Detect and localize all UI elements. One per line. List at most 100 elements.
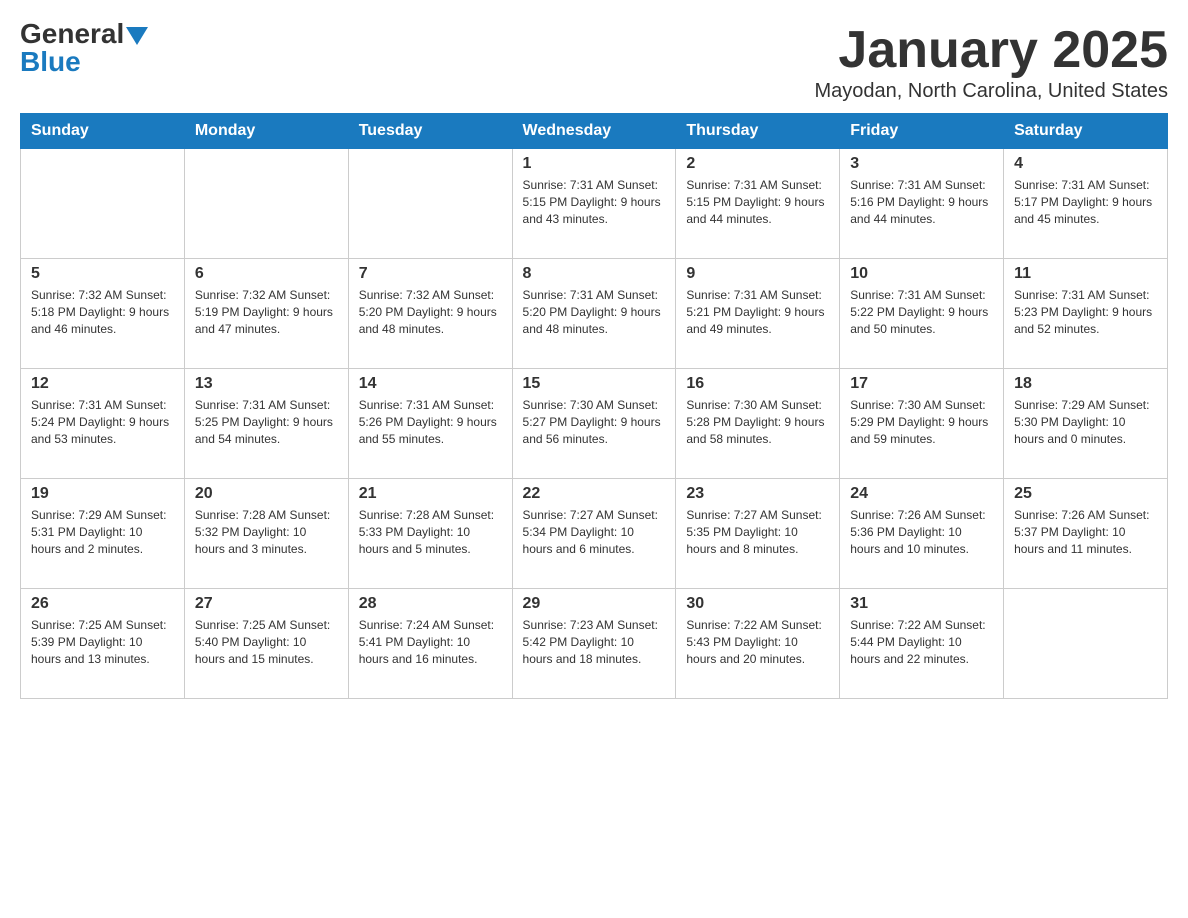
logo-triangle-icon — [126, 27, 148, 45]
calendar-day-header-monday: Monday — [184, 114, 348, 149]
day-info: Sunrise: 7:31 AM Sunset: 5:15 PM Dayligh… — [686, 177, 829, 227]
calendar-day-header-saturday: Saturday — [1004, 114, 1168, 149]
day-number: 7 — [359, 265, 502, 283]
day-number: 19 — [31, 485, 174, 503]
day-info: Sunrise: 7:29 AM Sunset: 5:30 PM Dayligh… — [1014, 397, 1157, 447]
calendar-cell: 23 Sunrise: 7:27 AM Sunset: 5:35 PM Dayli… — [676, 479, 840, 589]
day-info: Sunrise: 7:28 AM Sunset: 5:32 PM Dayligh… — [195, 507, 338, 557]
calendar-cell: 14Sunrise: 7:31 AM Sunset: 5:26 PM Dayli… — [348, 369, 512, 479]
calendar-week-row: 12 Sunrise: 7:31 AM Sunset: 5:24 PM Dayli… — [21, 369, 1168, 479]
calendar-cell: 1 Sunrise: 7:31 AM Sunset: 5:15 PM Daylig… — [512, 149, 676, 259]
day-info: Sunrise: 7:22 AM Sunset: 5:44 PM Dayligh… — [850, 617, 993, 667]
calendar-cell: 18 Sunrise: 7:29 AM Sunset: 5:30 PM Dayli… — [1004, 369, 1168, 479]
day-number: 5 — [31, 265, 174, 283]
calendar-subtitle: Mayodan, North Carolina, United States — [814, 80, 1168, 103]
day-number: 18 — [1014, 375, 1157, 393]
calendar-cell: 26 Sunrise: 7:25 AM Sunset: 5:39 PM Dayli… — [21, 589, 185, 699]
calendar-cell: 31 Sunrise: 7:22 AM Sunset: 5:44 PM Dayli… — [840, 589, 1004, 699]
day-number: 21 — [359, 485, 502, 503]
calendar-cell: 25Sunrise: 7:26 AM Sunset: 5:37 PM Dayli… — [1004, 479, 1168, 589]
calendar-cell: 3 Sunrise: 7:31 AM Sunset: 5:16 PM Daylig… — [840, 149, 1004, 259]
calendar-day-header-tuesday: Tuesday — [348, 114, 512, 149]
day-info: Sunrise: 7:31 AM Sunset: 5:17 PM Dayligh… — [1014, 177, 1157, 227]
day-number: 20 — [195, 485, 338, 503]
title-section: January 2025 Mayodan, North Carolina, Un… — [814, 20, 1168, 103]
calendar-cell: 15Sunrise: 7:30 AM Sunset: 5:27 PM Dayli… — [512, 369, 676, 479]
day-number: 31 — [850, 595, 993, 613]
calendar-week-row: 26 Sunrise: 7:25 AM Sunset: 5:39 PM Dayli… — [21, 589, 1168, 699]
day-number: 23 — [686, 485, 829, 503]
day-number: 15 — [523, 375, 666, 393]
page-header: General Blue January 2025 Mayodan, North… — [20, 20, 1168, 103]
calendar-cell: 16 Sunrise: 7:30 AM Sunset: 5:28 PM Dayli… — [676, 369, 840, 479]
calendar-cell: 22 Sunrise: 7:27 AM Sunset: 5:34 PM Dayli… — [512, 479, 676, 589]
calendar-cell: 11Sunrise: 7:31 AM Sunset: 5:23 PM Dayli… — [1004, 259, 1168, 369]
calendar-cell: 27 Sunrise: 7:25 AM Sunset: 5:40 PM Dayli… — [184, 589, 348, 699]
calendar-cell — [184, 149, 348, 259]
day-number: 17 — [850, 375, 993, 393]
day-number: 22 — [523, 485, 666, 503]
calendar-table: SundayMondayTuesdayWednesdayThursdayFrid… — [20, 113, 1168, 699]
day-info: Sunrise: 7:31 AM Sunset: 5:16 PM Dayligh… — [850, 177, 993, 227]
day-info: Sunrise: 7:30 AM Sunset: 5:28 PM Dayligh… — [686, 397, 829, 447]
day-number: 24 — [850, 485, 993, 503]
calendar-cell: 10 Sunrise: 7:31 AM Sunset: 5:22 PM Dayli… — [840, 259, 1004, 369]
day-info: Sunrise: 7:31 AM Sunset: 5:26 PM Dayligh… — [359, 397, 502, 447]
day-info: Sunrise: 7:31 AM Sunset: 5:15 PM Dayligh… — [523, 177, 666, 227]
calendar-cell — [348, 149, 512, 259]
calendar-cell: 29 Sunrise: 7:23 AM Sunset: 5:42 PM Dayli… — [512, 589, 676, 699]
calendar-day-header-friday: Friday — [840, 114, 1004, 149]
logo: General Blue — [20, 20, 148, 76]
calendar-cell — [21, 149, 185, 259]
day-info: Sunrise: 7:22 AM Sunset: 5:43 PM Dayligh… — [686, 617, 829, 667]
day-info: Sunrise: 7:24 AM Sunset: 5:41 PM Dayligh… — [359, 617, 502, 667]
day-info: Sunrise: 7:30 AM Sunset: 5:29 PM Dayligh… — [850, 397, 993, 447]
calendar-header-row: SundayMondayTuesdayWednesdayThursdayFrid… — [21, 114, 1168, 149]
calendar-cell: 5 Sunrise: 7:32 AM Sunset: 5:18 PM Daylig… — [21, 259, 185, 369]
day-info: Sunrise: 7:31 AM Sunset: 5:20 PM Dayligh… — [523, 287, 666, 337]
calendar-cell — [1004, 589, 1168, 699]
calendar-cell: 7 Sunrise: 7:32 AM Sunset: 5:20 PM Daylig… — [348, 259, 512, 369]
calendar-cell: 9Sunrise: 7:31 AM Sunset: 5:21 PM Daylig… — [676, 259, 840, 369]
calendar-week-row: 1 Sunrise: 7:31 AM Sunset: 5:15 PM Daylig… — [21, 149, 1168, 259]
day-number: 28 — [359, 595, 502, 613]
logo-blue: Blue — [20, 48, 81, 76]
calendar-cell: 28 Sunrise: 7:24 AM Sunset: 5:41 PM Dayli… — [348, 589, 512, 699]
day-info: Sunrise: 7:27 AM Sunset: 5:35 PM Dayligh… — [686, 507, 829, 557]
calendar-cell: 4 Sunrise: 7:31 AM Sunset: 5:17 PM Daylig… — [1004, 149, 1168, 259]
calendar-cell: 20 Sunrise: 7:28 AM Sunset: 5:32 PM Dayli… — [184, 479, 348, 589]
day-number: 27 — [195, 595, 338, 613]
calendar-day-header-wednesday: Wednesday — [512, 114, 676, 149]
day-number: 6 — [195, 265, 338, 283]
day-number: 30 — [686, 595, 829, 613]
logo-general: General — [20, 20, 124, 48]
day-number: 10 — [850, 265, 993, 283]
day-info: Sunrise: 7:32 AM Sunset: 5:19 PM Dayligh… — [195, 287, 338, 337]
day-info: Sunrise: 7:32 AM Sunset: 5:18 PM Dayligh… — [31, 287, 174, 337]
day-number: 25 — [1014, 485, 1157, 503]
calendar-cell: 13Sunrise: 7:31 AM Sunset: 5:25 PM Dayli… — [184, 369, 348, 479]
day-number: 2 — [686, 155, 829, 173]
day-info: Sunrise: 7:32 AM Sunset: 5:20 PM Dayligh… — [359, 287, 502, 337]
day-info: Sunrise: 7:26 AM Sunset: 5:36 PM Dayligh… — [850, 507, 993, 557]
day-info: Sunrise: 7:23 AM Sunset: 5:42 PM Dayligh… — [523, 617, 666, 667]
day-number: 3 — [850, 155, 993, 173]
calendar-week-row: 19Sunrise: 7:29 AM Sunset: 5:31 PM Dayli… — [21, 479, 1168, 589]
day-info: Sunrise: 7:25 AM Sunset: 5:39 PM Dayligh… — [31, 617, 174, 667]
day-info: Sunrise: 7:31 AM Sunset: 5:24 PM Dayligh… — [31, 397, 174, 447]
day-info: Sunrise: 7:27 AM Sunset: 5:34 PM Dayligh… — [523, 507, 666, 557]
day-number: 26 — [31, 595, 174, 613]
day-number: 13 — [195, 375, 338, 393]
day-info: Sunrise: 7:28 AM Sunset: 5:33 PM Dayligh… — [359, 507, 502, 557]
day-number: 1 — [523, 155, 666, 173]
day-number: 12 — [31, 375, 174, 393]
day-number: 29 — [523, 595, 666, 613]
day-number: 4 — [1014, 155, 1157, 173]
day-info: Sunrise: 7:25 AM Sunset: 5:40 PM Dayligh… — [195, 617, 338, 667]
calendar-day-header-sunday: Sunday — [21, 114, 185, 149]
calendar-cell: 21 Sunrise: 7:28 AM Sunset: 5:33 PM Dayli… — [348, 479, 512, 589]
calendar-week-row: 5 Sunrise: 7:32 AM Sunset: 5:18 PM Daylig… — [21, 259, 1168, 369]
day-number: 16 — [686, 375, 829, 393]
day-info: Sunrise: 7:31 AM Sunset: 5:23 PM Dayligh… — [1014, 287, 1157, 337]
day-info: Sunrise: 7:31 AM Sunset: 5:22 PM Dayligh… — [850, 287, 993, 337]
